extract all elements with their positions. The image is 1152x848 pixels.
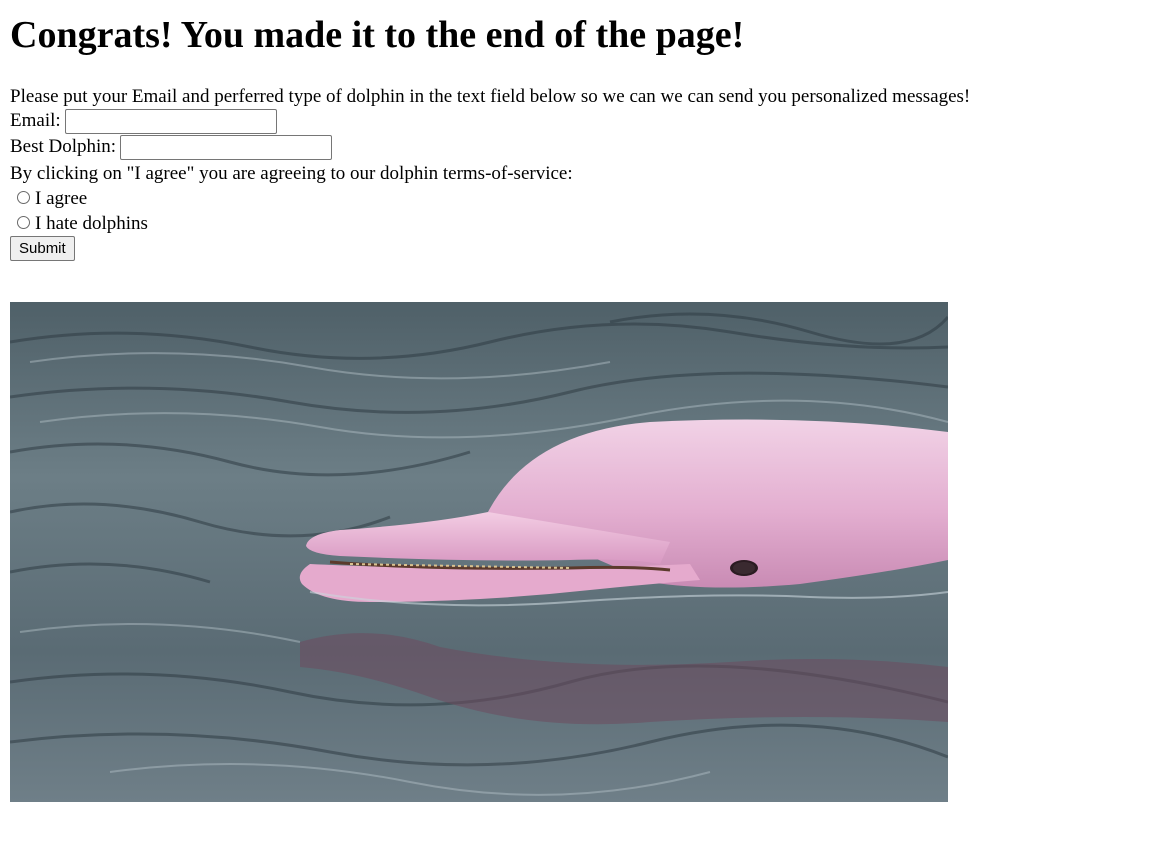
email-field[interactable] [64,108,277,134]
tos-text: By clicking on "I agree" you are agreein… [10,163,573,184]
radio-option-agree[interactable]: I agree [10,186,1140,211]
best-dolphin-field[interactable] [120,134,333,160]
dolphin-image [10,302,948,802]
best-dolphin-row: Best Dolphin: [10,134,1140,160]
hate-dolphins-label: I hate dolphins [35,212,148,234]
agree-label: I agree [35,187,88,209]
hate-dolphins-radio[interactable] [17,215,30,229]
page-content: Congrats! You made it to the end of the … [10,0,1140,261]
dolphin-photo [10,302,948,802]
best-dolphin-label: Best Dolphin: [10,136,117,157]
page-title: Congrats! You made it to the end of the … [10,14,745,56]
submit-button[interactable]: Submit [10,236,75,261]
radio-option-hate[interactable]: I hate dolphins [10,211,1140,236]
agree-radio[interactable] [17,190,30,204]
intro-text: Please put your Email and perferred type… [10,86,971,107]
email-label: Email: [10,110,61,131]
email-row: Email: [10,108,1140,134]
